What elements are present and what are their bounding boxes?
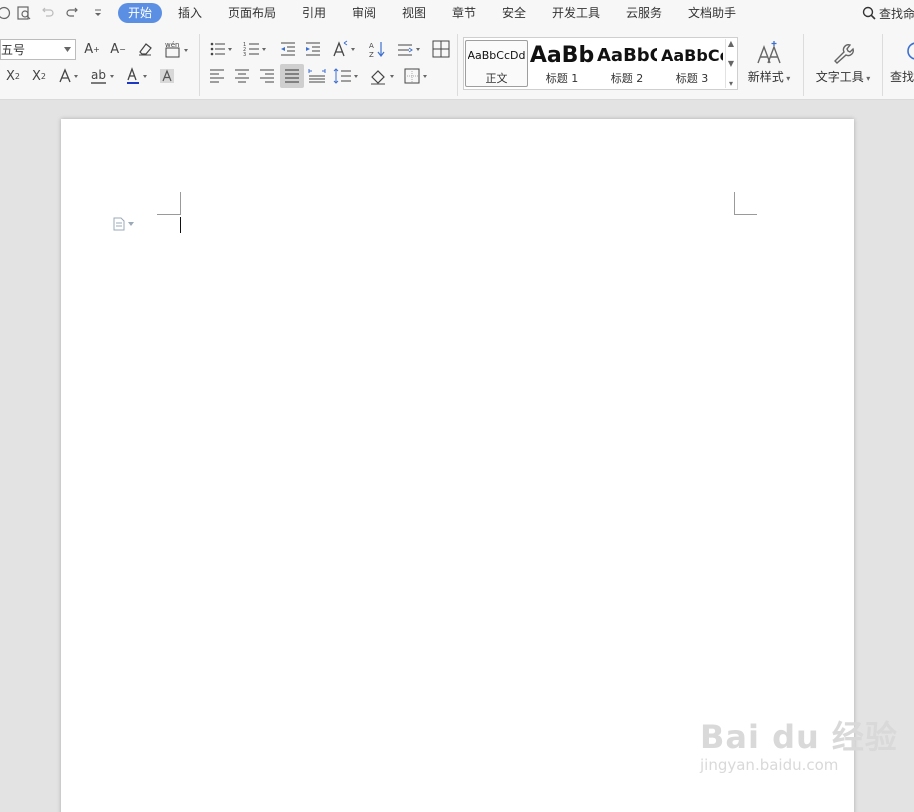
increase-indent-icon[interactable] [302,38,324,60]
chevron-down-icon [64,47,71,52]
text-tools-label: 文字工具 [815,70,864,84]
justify-icon[interactable] [280,64,304,88]
tab-security[interactable]: 安全 [500,3,528,23]
style-heading-3[interactable]: AaBbCc 标题 3 [660,40,724,87]
chevron-down-icon [128,222,134,226]
highlight-icon[interactable]: ab [88,65,118,87]
document-icon [113,217,125,231]
customize-dropdown-icon[interactable] [88,3,108,23]
sort-icon[interactable]: AZ [366,38,388,60]
text-effect-icon[interactable] [56,65,82,87]
search-command-label: 查找命 [879,6,914,21]
save-icon[interactable] [0,3,14,23]
tab-review[interactable]: 审阅 [350,3,378,23]
style-heading-2-preview: AaBbC [597,44,657,66]
text-cursor [180,217,181,233]
align-right-icon[interactable] [257,65,277,87]
font-color-icon[interactable] [124,65,152,87]
distributed-align-icon[interactable] [306,65,328,87]
style-normal[interactable]: AaBbCcDd 正文 [465,40,528,87]
style-heading-2[interactable]: AaBbC 标题 2 [596,40,658,87]
tab-view[interactable]: 视图 [400,3,428,23]
styles-gallery: AaBbCcDd 正文 AaBb 标题 1 AaBbC 标题 2 AaBbCc … [463,37,738,90]
grow-font-icon[interactable]: A + [82,38,102,60]
tab-developer-tools[interactable]: 开发工具 [550,3,602,23]
tab-insert[interactable]: 插入 [176,3,204,23]
text-direction-icon[interactable] [330,38,360,60]
table-layout-icon[interactable] [430,38,452,60]
gallery-expand-icon[interactable]: ▾ [729,79,733,88]
new-style-label: 新样式 [747,70,784,84]
baidu-watermark: Bai du 经验 jingyan.baidu.com [700,712,898,774]
tab-document-assistant[interactable]: 文档助手 [686,3,738,23]
redo-icon[interactable] [62,3,82,23]
margin-mark-top-left-v [180,192,181,215]
shrink-font-icon[interactable]: A − [108,38,128,60]
new-style-button[interactable]: 新样式 ▾ [745,38,793,85]
show-hide-marks-icon[interactable] [396,38,424,60]
phonetic-guide-icon[interactable]: wén [162,38,192,60]
group-separator [803,34,804,96]
margin-mark-top-right-h [734,214,757,215]
tab-home[interactable]: 开始 [118,3,162,23]
chevron-up-icon[interactable]: ▲ [728,39,734,48]
svg-text:ab: ab [91,68,106,82]
borders-icon[interactable] [403,65,433,87]
style-heading-3-preview: AaBbCc [661,45,723,65]
style-heading-1[interactable]: AaBb 标题 1 [530,40,594,87]
align-left-icon[interactable] [207,65,227,87]
svg-text:Z: Z [369,51,374,58]
gallery-scrollbar[interactable]: ▲ ▼ ▾ [725,39,736,88]
find-replace-button[interactable]: 查找 [890,38,914,85]
find-icon [890,38,914,68]
search-command[interactable]: 查找命 [862,3,914,23]
clear-formatting-icon[interactable] [135,38,155,60]
print-preview-icon[interactable] [14,3,34,23]
svg-text:3: 3 [243,52,246,57]
line-spacing-icon[interactable] [332,65,362,87]
find-label: 查找 [890,70,914,84]
margin-mark-top-right-v [734,192,735,215]
tab-chapter[interactable]: 章节 [450,3,478,23]
numbering-icon[interactable]: 123 [242,38,270,60]
bullets-icon[interactable] [208,38,236,60]
document-page[interactable] [61,119,854,812]
chevron-down-icon: ▾ [863,74,871,83]
watermark-brand: Bai du 经验 [700,718,898,756]
watermark-url: jingyan.baidu.com [700,756,839,774]
style-heading-3-label: 标题 3 [675,72,709,85]
group-separator [882,34,883,96]
chevron-down-icon[interactable]: ▼ [728,59,734,68]
style-normal-preview: AaBbCcDd [467,49,526,62]
undo-icon[interactable] [38,3,58,23]
style-heading-2-label: 标题 2 [610,72,644,85]
group-separator [457,34,458,96]
menu-bar: 开始 插入 页面布局 引用 审阅 视图 章节 安全 开发工具 云服务 文档助手 … [0,0,914,26]
font-size-select[interactable]: 五号 [0,39,76,60]
tab-references[interactable]: 引用 [300,3,328,23]
new-style-icon [756,38,782,68]
superscript-icon[interactable]: X2 [2,65,24,87]
tab-page-layout[interactable]: 页面布局 [227,3,277,23]
style-heading-1-label: 标题 1 [545,72,579,85]
character-shading-icon[interactable] [157,65,177,87]
svg-text:A: A [369,42,374,50]
margin-mark-top-left-h [157,214,180,215]
style-heading-1-preview: AaBb [529,42,595,68]
style-normal-label: 正文 [485,72,508,85]
subscript-icon[interactable]: X2 [28,65,50,87]
chevron-down-icon: ▾ [783,74,791,83]
text-tools-button[interactable]: 文字工具 ▾ [812,38,874,85]
font-size-value: 五号 [1,43,26,57]
search-icon [862,6,876,20]
paragraph-shading-icon[interactable] [368,65,398,87]
align-center-icon[interactable] [232,65,252,87]
tab-cloud-services[interactable]: 云服务 [624,3,664,23]
decrease-indent-icon[interactable] [277,38,299,60]
group-separator [199,34,200,96]
wrench-icon [831,38,855,68]
paragraph-menu[interactable] [113,217,134,231]
